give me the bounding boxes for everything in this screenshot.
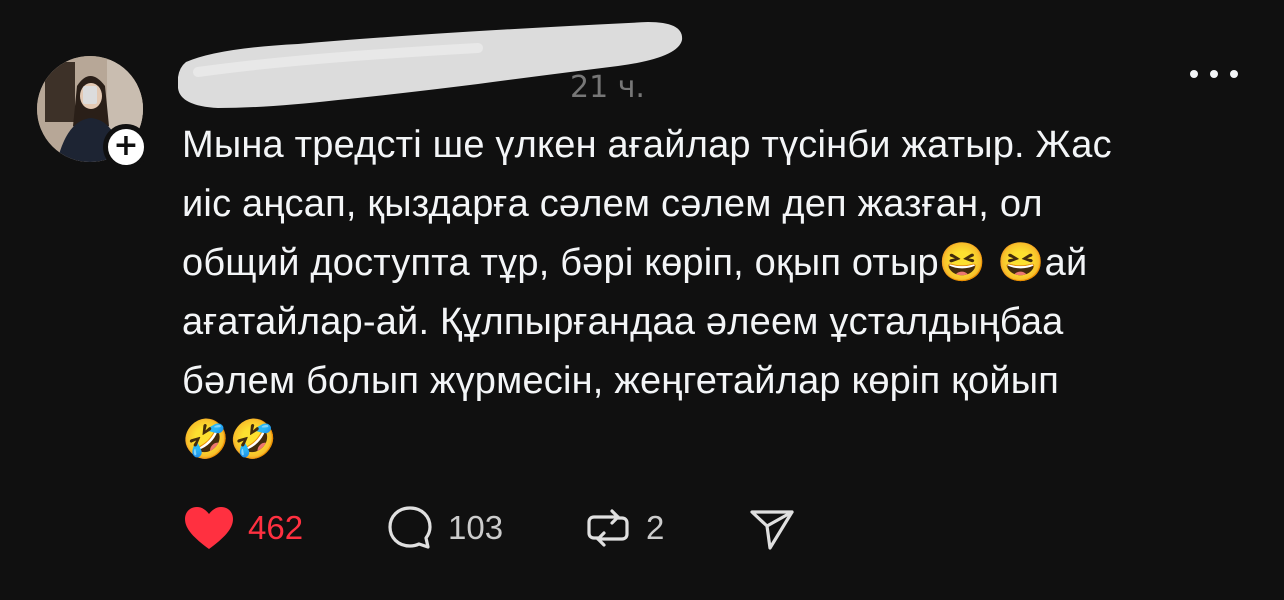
comment-count: 103 — [448, 509, 504, 546]
share-button[interactable] — [748, 502, 796, 554]
plus-icon: + — [113, 128, 139, 163]
follow-button[interactable]: + — [103, 124, 149, 170]
post-text-line: общий доступта тұр, бәрі көріп, оқып оты… — [182, 242, 1088, 284]
more-horizontal-icon — [1190, 70, 1198, 78]
redaction-scribble — [178, 22, 683, 108]
post-text-line: иіс аңсап, қыздарға сәлем сәлем деп жазғ… — [182, 183, 1043, 225]
comment-bubble-icon — [388, 506, 432, 549]
thread-post: + 21 ч. Мына тредсті ше үлкен ағайлар тү… — [0, 0, 1284, 600]
repost-count: 2 — [646, 509, 665, 546]
like-count: 462 — [248, 509, 304, 546]
more-options-button[interactable] — [1190, 62, 1238, 86]
comment-button[interactable]: 103 — [386, 502, 503, 554]
share-send-icon — [750, 510, 794, 550]
heart-icon — [185, 507, 233, 549]
post-text-line: бәлем болып жүрмесін, жеңгетайлар көріп … — [182, 360, 1060, 402]
like-button[interactable]: 462 — [184, 502, 303, 554]
post-text-line: Мына тредсті ше үлкен ағайлар түсінби жа… — [182, 124, 1112, 166]
post-actions: 462 103 2 — [182, 502, 882, 554]
repost-button[interactable]: 2 — [584, 502, 664, 554]
repost-icon — [587, 509, 629, 547]
post-text-line: 🤣🤣 — [182, 419, 278, 461]
post-text: Мына тредсті ше үлкен ағайлар түсінби жа… — [182, 116, 1252, 470]
post-text-line: ағатайлар-ай. Құлпырғандаа әлеем ұсталды… — [182, 301, 1064, 343]
